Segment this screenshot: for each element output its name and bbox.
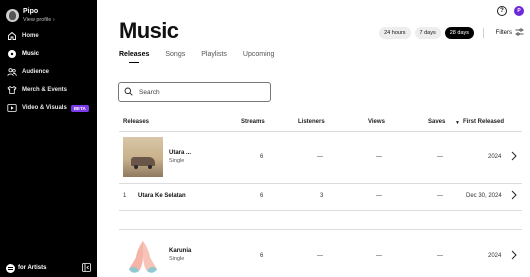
views-value: — xyxy=(376,193,382,199)
chevron-right-icon[interactable] xyxy=(510,190,518,200)
views-value: — xyxy=(376,253,382,259)
range-28-days[interactable]: 28 days xyxy=(444,27,474,39)
chevron-right-icon[interactable] xyxy=(510,151,518,161)
tab-playlists[interactable]: Playlists xyxy=(201,51,227,62)
user-avatar[interactable]: P xyxy=(514,6,524,16)
sidebar-item-label: Music xyxy=(22,51,40,57)
sidebar: Pipo View profile › Home Music Audience xyxy=(0,0,97,277)
listeners-value: — xyxy=(317,253,323,259)
range-7-days[interactable]: 7 days xyxy=(414,27,441,39)
release-cover xyxy=(123,235,163,275)
col-releases[interactable]: Releases xyxy=(123,119,149,125)
saves-value: — xyxy=(437,154,443,160)
tabs: Releases Songs Playlists Upcoming xyxy=(119,51,275,63)
release-cover xyxy=(123,137,163,177)
col-first-released[interactable]: First Released xyxy=(463,119,504,125)
help-icon[interactable]: ? xyxy=(497,6,507,16)
view-profile-link[interactable]: View profile › xyxy=(23,16,55,24)
sliders-icon xyxy=(515,28,524,38)
profile-name: Pipo xyxy=(23,8,39,15)
table-header: Releases Streams Listeners Views Saves ▼… xyxy=(119,119,522,129)
divider xyxy=(119,131,522,132)
profile-link[interactable]: Pipo View profile › xyxy=(6,7,55,24)
audience-icon xyxy=(7,67,17,77)
brand-label: for Artists xyxy=(18,265,47,271)
table-row[interactable]: Utara ... Single 6 — — — 2024 xyxy=(119,136,522,180)
release-date: Dec 30, 2024 xyxy=(466,193,502,199)
views-value: — xyxy=(376,154,382,160)
col-views[interactable]: Views xyxy=(368,119,385,125)
tab-upcoming[interactable]: Upcoming xyxy=(243,51,275,62)
beta-badge: BETA xyxy=(70,104,89,112)
streams-value: 6 xyxy=(260,253,264,259)
divider xyxy=(119,183,522,184)
col-saves[interactable]: Saves xyxy=(428,119,445,125)
listeners-value: 3 xyxy=(320,193,324,199)
release-title[interactable]: Utara ... xyxy=(169,150,191,156)
sort-desc-icon[interactable]: ▼ xyxy=(455,120,460,126)
praying-hands-icon xyxy=(129,241,157,273)
sidebar-footer: for Artists xyxy=(6,263,91,273)
home-icon xyxy=(7,31,17,41)
merch-icon xyxy=(7,85,17,95)
sidebar-nav: Home Music Audience Merch & Events Video… xyxy=(0,27,97,117)
streams-value: 6 xyxy=(260,193,264,199)
sidebar-item-label: Home xyxy=(22,33,39,39)
tab-songs[interactable]: Songs xyxy=(165,51,185,62)
sidebar-item-audience[interactable]: Audience xyxy=(0,63,97,81)
col-streams[interactable]: Streams xyxy=(241,119,265,125)
divider xyxy=(119,229,522,230)
music-disc-icon xyxy=(7,49,17,59)
avatar xyxy=(6,9,19,22)
saves-value: — xyxy=(437,193,443,199)
table-row[interactable]: Karunia Single 6 — — — 2024 xyxy=(119,234,522,277)
divider xyxy=(119,210,522,211)
saves-value: — xyxy=(437,253,443,259)
range-24-hours[interactable]: 24 hours xyxy=(379,27,411,39)
spotify-icon xyxy=(6,263,15,273)
release-title[interactable]: Karunia xyxy=(169,248,191,254)
sidebar-item-label: Audience xyxy=(22,69,50,75)
track-title[interactable]: Utara Ke Selatan xyxy=(138,193,186,199)
search-input[interactable] xyxy=(139,88,259,96)
sidebar-item-label: Merch & Events xyxy=(22,87,68,93)
release-date: 2024 xyxy=(488,253,502,259)
sidebar-item-label: Video & Visuals xyxy=(22,105,67,111)
main-content: ? P Music 24 hours 7 days 28 days Filter… xyxy=(97,0,530,277)
release-type: Single xyxy=(169,158,185,164)
sidebar-item-merch-events[interactable]: Merch & Events xyxy=(0,81,97,99)
sidebar-item-music[interactable]: Music xyxy=(0,45,97,63)
table-row[interactable]: 1 Utara Ke Selatan 6 3 — — Dec 30, 2024 xyxy=(119,186,522,208)
sidebar-item-video-visuals[interactable]: Video & Visuals BETA xyxy=(0,99,97,117)
release-date: 2024 xyxy=(488,154,502,160)
tab-releases[interactable]: Releases xyxy=(119,51,149,63)
divider xyxy=(483,28,484,38)
streams-value: 6 xyxy=(260,154,264,160)
search-icon xyxy=(124,83,133,101)
page-title: Music xyxy=(119,18,179,43)
video-icon xyxy=(7,103,17,113)
filters-label: Filters xyxy=(495,30,512,36)
time-range-selector: 24 hours 7 days 28 days xyxy=(379,27,474,39)
listeners-value: — xyxy=(317,154,323,160)
release-type: Single xyxy=(169,256,185,262)
col-listeners[interactable]: Listeners xyxy=(298,119,325,125)
sidebar-item-home[interactable]: Home xyxy=(0,27,97,45)
chevron-right-icon[interactable] xyxy=(510,250,518,260)
filters-button[interactable]: Filters xyxy=(496,27,524,39)
collapse-sidebar-icon[interactable] xyxy=(82,259,91,277)
track-index: 1 xyxy=(123,193,127,199)
brand-logo[interactable]: for Artists xyxy=(6,263,47,273)
search-box[interactable] xyxy=(118,82,271,102)
